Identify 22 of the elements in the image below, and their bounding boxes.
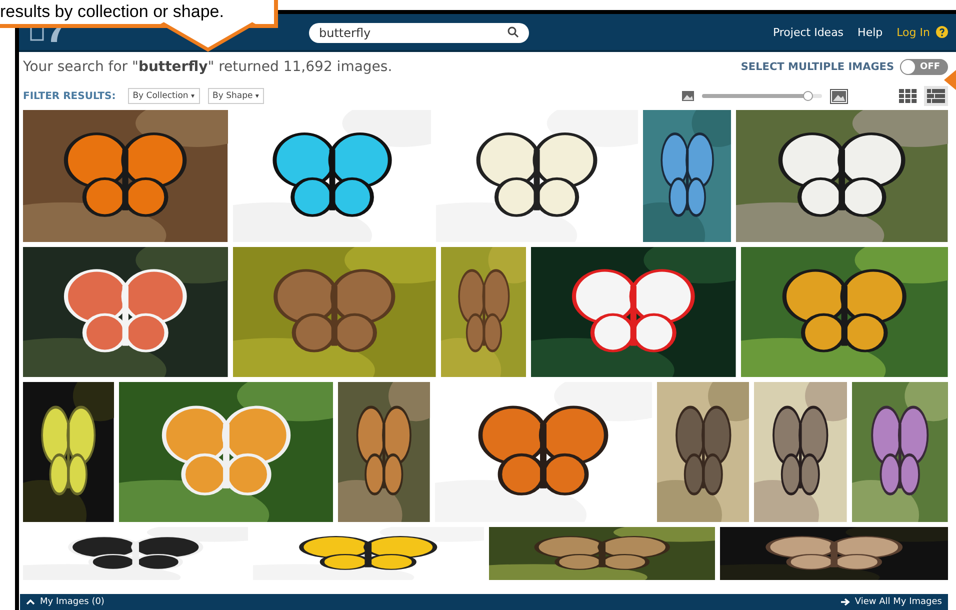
large-image-icon[interactable] [830,88,848,104]
arrow-right-icon [840,598,850,606]
my-images-button[interactable]: My Images (0) [26,597,104,607]
help-icon[interactable] [936,26,948,38]
grid-view-button[interactable] [924,86,948,106]
search-field[interactable]: butterfly [309,23,529,43]
login-link[interactable]: Log In [896,26,930,38]
result-summary: Your search for "butterfly" returned 11,692 images. [23,59,392,75]
search-icon[interactable] [507,26,519,38]
nav-link[interactable]: Project Ideas [772,26,844,38]
filter-label: FILTER RESULTS: [23,90,116,102]
small-image-icon[interactable] [682,91,694,101]
select-multiple-label: SELECT MULTIPLE IMAGES [740,61,894,73]
view-all-button[interactable]: View All My Images [840,597,942,607]
size-slider[interactable] [702,94,822,98]
grid-icon [899,89,917,103]
caret-up-icon [26,599,35,605]
grid-icon [927,89,945,103]
nav-link[interactable]: Help [858,26,883,38]
pointer-arrow-icon [944,70,956,90]
toggle-switch[interactable]: OFF [900,59,948,75]
callout-text: results by collection or shape. [0,2,224,22]
